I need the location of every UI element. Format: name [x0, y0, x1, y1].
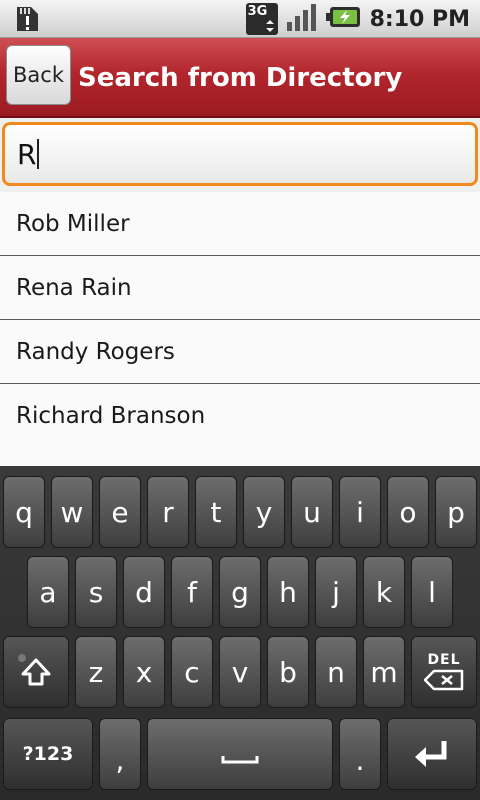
back-button[interactable]: Back: [6, 45, 71, 105]
list-item[interactable]: Randy Rogers: [0, 320, 480, 384]
key-q[interactable]: q: [3, 476, 45, 548]
clock-time: 8:10 PM: [369, 6, 470, 32]
battery-charging-icon: [325, 5, 362, 33]
network-3g-label: 3G: [247, 4, 268, 19]
key-x[interactable]: x: [123, 636, 165, 708]
search-area: R: [0, 118, 480, 192]
key-c[interactable]: c: [171, 636, 213, 708]
key-k[interactable]: k: [363, 556, 405, 628]
key-w[interactable]: w: [51, 476, 93, 548]
key-o[interactable]: o: [387, 476, 429, 548]
key-b[interactable]: b: [267, 636, 309, 708]
period-key[interactable]: .: [339, 718, 381, 790]
signal-strength-icon: [286, 2, 318, 36]
key-t[interactable]: t: [195, 476, 237, 548]
key-i[interactable]: i: [339, 476, 381, 548]
key-u[interactable]: u: [291, 476, 333, 548]
key-e[interactable]: e: [99, 476, 141, 548]
enter-key[interactable]: [387, 718, 477, 790]
key-j[interactable]: j: [315, 556, 357, 628]
title-bar: Back Search from Directory: [0, 38, 480, 118]
shift-icon: [18, 654, 51, 686]
soft-keyboard: q w e r t y u i o p a s d f g h j k l z …: [0, 466, 480, 800]
key-s[interactable]: s: [75, 556, 117, 628]
status-bar: 3G 8:10 PM: [0, 0, 480, 38]
key-f[interactable]: f: [171, 556, 213, 628]
list-item[interactable]: Richard Branson: [0, 384, 480, 447]
key-n[interactable]: n: [315, 636, 357, 708]
search-input-value: R: [17, 137, 37, 171]
text-cursor: [37, 139, 40, 169]
key-h[interactable]: h: [267, 556, 309, 628]
search-input[interactable]: R: [2, 122, 478, 186]
comma-key[interactable]: ,: [99, 718, 141, 790]
enter-icon: [415, 741, 447, 767]
symbols-key[interactable]: ?123: [3, 718, 93, 790]
key-a[interactable]: a: [27, 556, 69, 628]
page-title: Search from Directory: [78, 63, 403, 93]
key-d[interactable]: d: [123, 556, 165, 628]
key-g[interactable]: g: [219, 556, 261, 628]
sd-card-alert-icon: [14, 4, 44, 38]
backspace-icon: [423, 669, 464, 691]
key-l[interactable]: l: [411, 556, 453, 628]
symbols-key-label: ?123: [22, 743, 74, 765]
shift-key[interactable]: [3, 636, 69, 708]
key-z[interactable]: z: [75, 636, 117, 708]
space-key[interactable]: [147, 718, 333, 790]
list-item[interactable]: Rena Rain: [0, 256, 480, 320]
results-list: Rob Miller Rena Rain Randy Rogers Richar…: [0, 192, 480, 447]
list-item[interactable]: Rob Miller: [0, 192, 480, 256]
key-v[interactable]: v: [219, 636, 261, 708]
network-3g-icon: 3G: [245, 2, 278, 36]
key-m[interactable]: m: [363, 636, 405, 708]
space-bar-icon: [221, 756, 259, 764]
key-r[interactable]: r: [147, 476, 189, 548]
key-y[interactable]: y: [243, 476, 285, 548]
key-p[interactable]: p: [435, 476, 477, 548]
delete-key[interactable]: DEL: [411, 636, 477, 708]
delete-key-label: DEL: [427, 652, 461, 668]
